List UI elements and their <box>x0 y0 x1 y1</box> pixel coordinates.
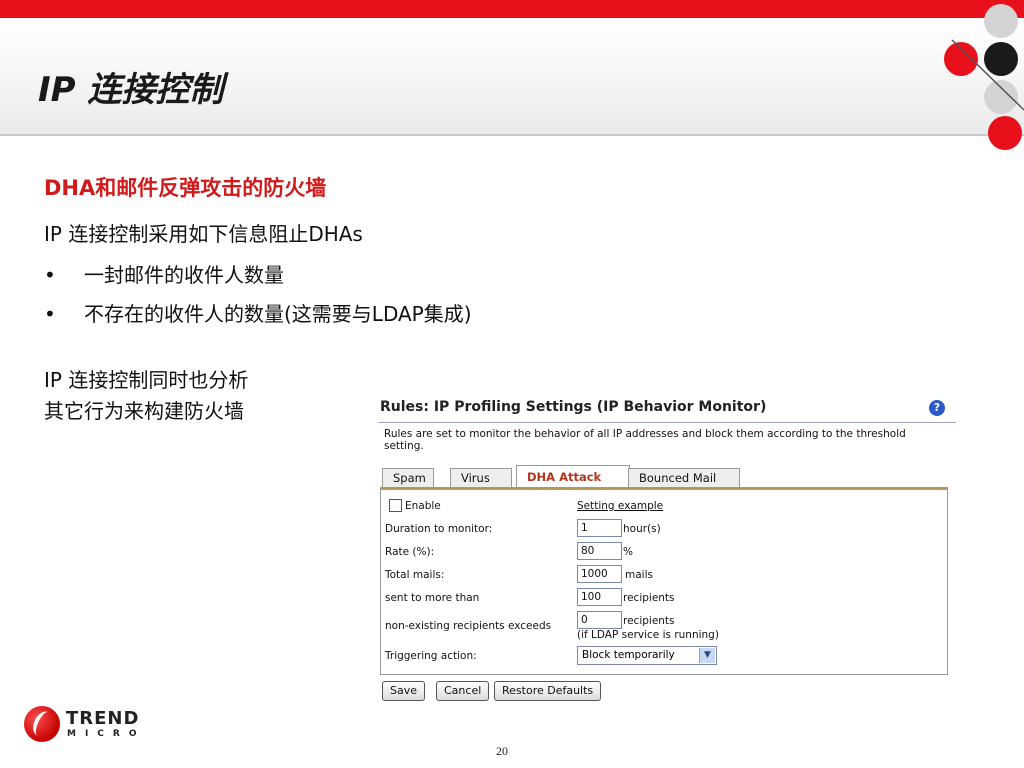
bullet-dot: • <box>44 302 56 326</box>
help-icon[interactable]: ? <box>929 400 945 416</box>
intro-text: IP 连接控制采用如下信息阻止DHAs <box>44 222 363 246</box>
tab-virus[interactable]: Virus <box>450 468 512 488</box>
duration-label: Duration to monitor: <box>385 523 493 535</box>
deco-line <box>951 39 1024 111</box>
setting-example-link[interactable]: Setting example <box>577 500 663 512</box>
section-heading: DHA和邮件反弹攻击的防火墙 <box>44 176 327 200</box>
logo-globe-icon <box>24 706 60 742</box>
dha-settings-panel: Enable Setting example Duration to monit… <box>380 487 948 675</box>
tab-spam[interactable]: Spam <box>382 468 434 488</box>
rate-unit: % <box>623 546 633 558</box>
bullet-text: 一封邮件的收件人数量 <box>84 263 284 287</box>
sent-to-label: sent to more than <box>385 592 480 604</box>
title-divider <box>378 422 956 423</box>
tab-bounced-mail[interactable]: Bounced Mail <box>628 468 740 488</box>
analysis-text-line1: IP 连接控制同时也分析 <box>44 368 249 392</box>
cancel-button[interactable]: Cancel <box>436 681 490 701</box>
total-mails-unit: mails <box>625 569 653 581</box>
enable-checkbox[interactable] <box>389 499 402 512</box>
non-existing-unit: recipients <box>623 615 675 627</box>
save-button[interactable]: Save <box>382 681 426 701</box>
non-existing-label: non-existing recipients exceeds <box>385 620 552 632</box>
bullet-item: • 一封邮件的收件人数量 <box>44 259 284 288</box>
top-red-bar <box>0 0 1024 18</box>
bullet-text: 不存在的收件人的数量(这需要与LDAP集成) <box>84 302 472 326</box>
slide-title: IP 连接控制 <box>38 70 224 110</box>
sent-to-input[interactable]: 100 <box>577 588 622 606</box>
chevron-down-icon[interactable]: ▼ <box>699 648 715 663</box>
ldap-note: (if LDAP service is running) <box>577 629 719 641</box>
bullet-item: • 不存在的收件人的数量(这需要与LDAP集成) <box>44 298 472 327</box>
rate-input[interactable]: 80 <box>577 542 622 560</box>
bullet-dot: • <box>44 263 56 287</box>
triggering-action-select[interactable]: Block temporarily ▼ <box>577 646 717 665</box>
settings-description: Rules are set to monitor the behavior of… <box>384 428 906 452</box>
total-mails-label: Total mails: <box>385 569 445 581</box>
triggering-action-value: Block temporarily <box>582 649 675 661</box>
decorative-circles <box>944 0 1024 160</box>
rate-label: Rate (%): <box>385 546 435 558</box>
trend-micro-logo: TREND MICRO <box>24 704 144 744</box>
sent-to-unit: recipients <box>623 592 675 604</box>
non-existing-input[interactable]: 0 <box>577 611 622 629</box>
total-mails-input[interactable]: 1000 <box>577 565 622 583</box>
page-number: 20 <box>496 744 508 758</box>
logo-text-micro: MICRO <box>67 729 146 739</box>
duration-input[interactable]: 1 <box>577 519 622 537</box>
logo-text-trend: TREND <box>66 708 140 729</box>
tab-dha-attack[interactable]: DHA Attack <box>516 465 630 488</box>
triggering-label: Triggering action: <box>385 650 477 662</box>
restore-defaults-button[interactable]: Restore Defaults <box>494 681 602 701</box>
embedded-settings-screenshot: Rules: IP Profiling Settings (IP Behavio… <box>370 388 964 720</box>
logo-swoosh <box>29 708 57 740</box>
enable-label: Enable <box>405 500 441 512</box>
duration-unit: hour(s) <box>623 523 661 535</box>
analysis-text-line2: 其它行为来构建防火墙 <box>44 399 244 423</box>
settings-title: Rules: IP Profiling Settings (IP Behavio… <box>380 399 767 415</box>
